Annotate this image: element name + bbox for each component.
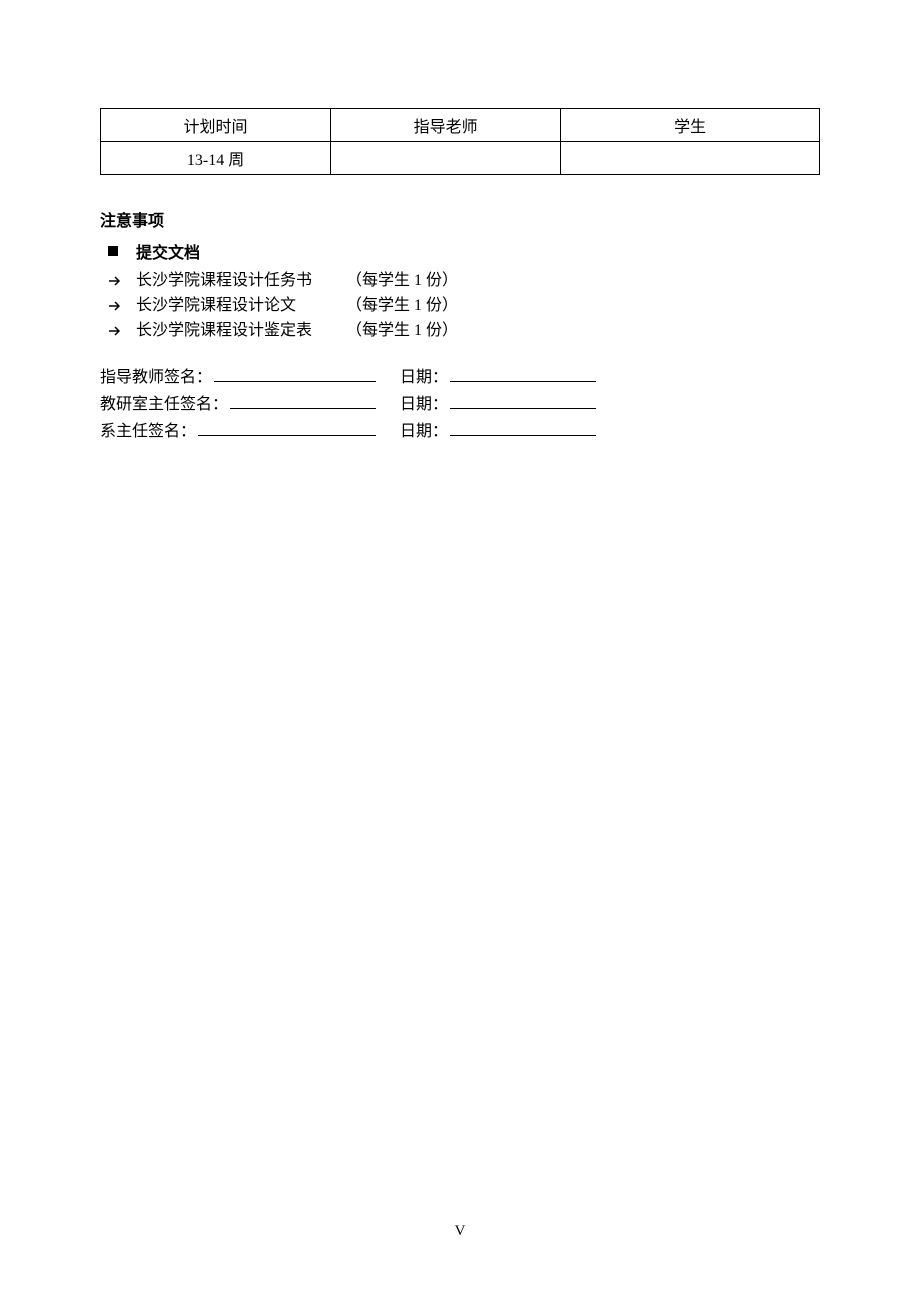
doc-title: 长沙学院课程设计任务书: [136, 269, 346, 294]
date-underline: [450, 393, 596, 409]
signature-line: 教研室主任签名： 日期：: [100, 392, 820, 418]
signature-label: 指导教师签名：: [100, 365, 212, 391]
arrow-right-icon: [108, 324, 122, 338]
table-header: 指导老师: [331, 109, 561, 142]
table-header-row: 计划时间 指导老师 学生: [101, 109, 820, 142]
date-underline: [450, 366, 596, 382]
notes-heading: 注意事项: [100, 207, 820, 231]
arrow-right-icon: [108, 274, 122, 288]
signature-line: 指导教师签名： 日期：: [100, 365, 820, 391]
document-list: 长沙学院课程设计任务书 （每学生 1 份） 长沙学院课程设计论文 （每学生 1 …: [100, 269, 820, 343]
doc-title: 长沙学院课程设计鉴定表: [136, 319, 346, 344]
list-item: 长沙学院课程设计论文 （每学生 1 份）: [108, 294, 820, 319]
doc-note: （每学生 1 份）: [346, 294, 458, 319]
page-number: V: [0, 1223, 920, 1240]
doc-title: 长沙学院课程设计论文: [136, 294, 346, 319]
signature-underline: [230, 393, 376, 409]
table-cell: [561, 142, 820, 175]
date-underline: [450, 420, 596, 436]
date-label: 日期：: [400, 392, 448, 418]
signature-underline: [214, 366, 376, 382]
table-cell: [331, 142, 561, 175]
date-label: 日期：: [400, 419, 448, 445]
square-bullet-icon: [108, 246, 118, 256]
table-row: 13-14 周: [101, 142, 820, 175]
doc-note: （每学生 1 份）: [346, 269, 458, 294]
signature-label: 系主任签名：: [100, 419, 196, 445]
signature-label: 教研室主任签名：: [100, 392, 228, 418]
submit-heading-text: 提交文档: [136, 239, 200, 263]
signature-block: 指导教师签名： 日期： 教研室主任签名： 日期： 系主任签名： 日期：: [100, 365, 820, 444]
table-header: 学生: [561, 109, 820, 142]
submit-heading: 提交文档: [108, 239, 820, 263]
signature-underline: [198, 420, 376, 436]
list-item: 长沙学院课程设计鉴定表 （每学生 1 份）: [108, 319, 820, 344]
arrow-right-icon: [108, 299, 122, 313]
schedule-table: 计划时间 指导老师 学生 13-14 周: [100, 108, 820, 175]
doc-note: （每学生 1 份）: [346, 319, 458, 344]
list-item: 长沙学院课程设计任务书 （每学生 1 份）: [108, 269, 820, 294]
date-label: 日期：: [400, 365, 448, 391]
table-header: 计划时间: [101, 109, 331, 142]
table-cell: 13-14 周: [101, 142, 331, 175]
signature-line: 系主任签名： 日期：: [100, 419, 820, 445]
